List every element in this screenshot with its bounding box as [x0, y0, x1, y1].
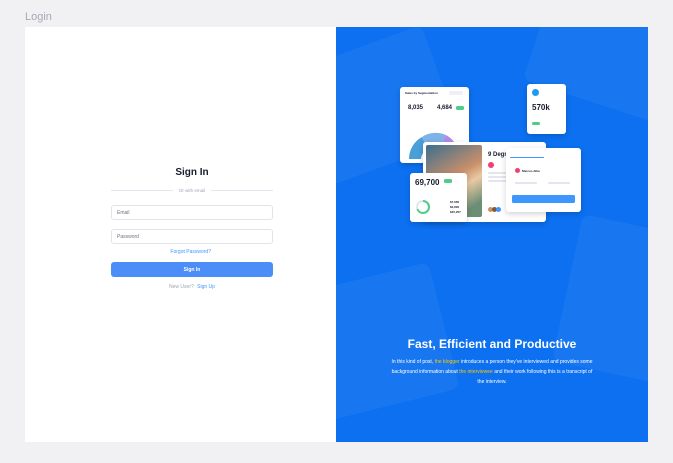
sales-card-badge — [449, 91, 463, 95]
progress-stat-badge — [444, 179, 452, 183]
dashboard-illustration: Sales by Segmentation 8,035 4,684 9 Degr… — [396, 84, 586, 229]
signup-link[interactable]: Sign Up — [197, 284, 215, 290]
text-line — [515, 182, 537, 184]
divider-text: Or with email — [178, 188, 206, 193]
sales-stat-1: 8,035 — [408, 105, 424, 111]
signup-prompt: New User? — [169, 284, 194, 290]
payment-card: Marcus Alba — [506, 148, 581, 212]
promo-description: In this kind of post, the blogger introd… — [391, 357, 593, 387]
payment-card-user: Marcus Alba — [522, 169, 540, 173]
progress-card: 69,700 $7,660 $2,820 $45,257 — [410, 173, 467, 222]
progress-ring-icon — [416, 200, 430, 214]
signin-form: Sign In Or with email Forgot Password? S… — [111, 167, 274, 290]
progress-row-value: $45,257 — [450, 210, 461, 214]
card-tab-underline — [510, 157, 544, 158]
login-card: Sign In Or with email Forgot Password? S… — [25, 27, 648, 442]
twitter-stat-badge — [532, 122, 540, 125]
signup-row: New User? Sign Up — [169, 284, 215, 290]
twitter-card: 570k — [527, 84, 566, 134]
signin-panel: Sign In Or with email Forgot Password? S… — [25, 27, 336, 442]
signin-button[interactable]: Sign In — [111, 262, 273, 277]
promo-headline: Fast, Efficient and Productive — [407, 337, 577, 351]
promo-panel: Sales by Segmentation 8,035 4,684 9 Degr… — [336, 27, 648, 442]
desc-text: and their work following this is a trans… — [477, 369, 593, 385]
text-line — [548, 182, 570, 184]
forgot-password-link[interactable]: Forgot Password? — [170, 249, 211, 255]
sales-stat-badge — [456, 106, 464, 110]
page-label: Login — [25, 11, 52, 23]
email-divider: Or with email — [111, 188, 274, 193]
desc-highlight: the interviewee — [459, 369, 493, 375]
twitter-icon — [532, 89, 539, 96]
divider-line — [211, 190, 274, 191]
progress-row-value: $2,820 — [450, 205, 460, 209]
progress-row-value: $7,660 — [450, 200, 460, 204]
desc-text: In this kind of post, — [391, 359, 434, 365]
avatar — [496, 207, 501, 212]
password-input[interactable] — [111, 229, 273, 244]
avatar — [515, 168, 520, 173]
progress-stat: 69,700 — [415, 178, 440, 187]
divider-line — [111, 190, 173, 191]
signin-title: Sign In — [175, 167, 209, 178]
sales-card-title: Sales by Segmentation — [405, 91, 438, 95]
sales-stat-2: 4,684 — [437, 105, 453, 111]
avatar — [488, 162, 494, 168]
email-input[interactable] — [111, 205, 273, 220]
desc-highlight: the blogger — [434, 359, 460, 365]
twitter-stat: 570k — [532, 103, 550, 112]
illustration-submit-button — [512, 195, 575, 203]
